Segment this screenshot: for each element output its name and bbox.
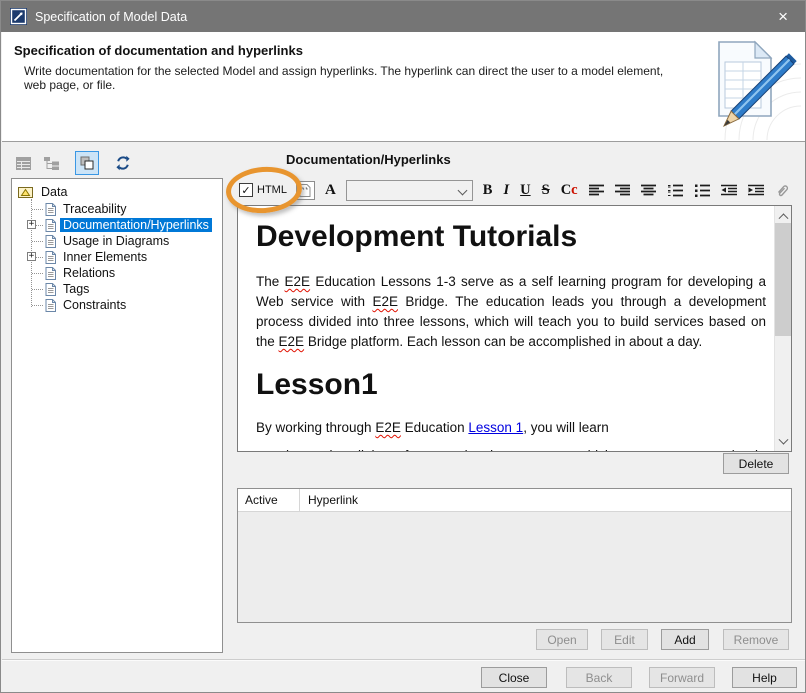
add-button[interactable]: Add (661, 629, 709, 650)
expander-plus-icon[interactable]: + (27, 252, 36, 261)
document-icon (45, 235, 56, 248)
document-icon (45, 267, 56, 280)
document-icon (45, 299, 56, 312)
italic-icon[interactable]: I (502, 183, 510, 198)
duplicate-view-icon[interactable] (75, 151, 99, 175)
open-button: Open (536, 629, 588, 650)
close-button[interactable]: Close (481, 667, 547, 688)
tree-item-constraints[interactable]: Constraints (28, 297, 220, 313)
header-description: Write documentation for the selected Mod… (24, 64, 679, 92)
tree-item-traceability[interactable]: Traceability (28, 201, 220, 217)
titlebar: Specification of Model Data × (1, 1, 805, 32)
specification-tree: Data Traceability + Documentation/Hyperl… (11, 178, 223, 653)
misspelled-word: E2E (375, 420, 401, 435)
doc-paragraph-2: By working through E2E Education Lesson … (256, 418, 766, 438)
align-right-icon[interactable] (614, 184, 631, 197)
window-title: Specification of Model Data (35, 10, 187, 24)
html-checkbox-wrap: ✓ HTML (239, 183, 287, 197)
tree-item-tags[interactable]: Tags (28, 281, 220, 297)
view-toolbar (11, 150, 135, 176)
documentation-editor: Development Tutorials The E2E Education … (237, 205, 792, 452)
doc-heading-development-tutorials: Development Tutorials (256, 220, 766, 254)
editor-scrollbar[interactable] (774, 206, 791, 451)
document-icon (45, 251, 56, 264)
font-style-dropdown[interactable] (346, 180, 473, 201)
misspelled-word: E2E (279, 334, 305, 349)
delete-button[interactable]: Delete (723, 453, 789, 474)
doc-heading-lesson1: Lesson1 (256, 368, 766, 402)
html-checkbox[interactable]: ✓ (239, 183, 253, 197)
numbered-list-icon[interactable] (666, 184, 684, 197)
bold-icon[interactable]: B (482, 183, 494, 198)
column-header-hyperlink: Hyperlink (300, 489, 791, 511)
document-icon (45, 283, 56, 296)
hyperlink-table-body[interactable] (238, 512, 791, 622)
hyperlink-paperclip-icon[interactable] (774, 183, 791, 198)
documentation-text-area[interactable]: Development Tutorials The E2E Education … (238, 206, 774, 451)
tree-root-data[interactable]: Data (18, 183, 220, 201)
tree-root-label: Data (38, 185, 70, 199)
decrease-indent-icon[interactable] (720, 184, 738, 197)
edit-button: Edit (601, 629, 648, 650)
insert-template-icon[interactable] (296, 181, 315, 200)
tree-item-usage-in-diagrams[interactable]: Usage in Diagrams (28, 233, 220, 249)
dialog-header: Specification of documentation and hyper… (2, 32, 805, 142)
align-center-icon[interactable] (640, 184, 657, 197)
change-case-icon[interactable]: Cc (560, 183, 579, 198)
misspelled-word: E2E (285, 274, 311, 289)
html-checkbox-label: HTML (257, 184, 287, 196)
scroll-down-icon[interactable] (775, 434, 791, 450)
font-color-icon[interactable]: A (324, 182, 337, 199)
misspelled-word: E2E (372, 294, 398, 309)
document-icon (45, 203, 56, 216)
strikethrough-icon[interactable]: S (541, 183, 551, 198)
increase-indent-icon[interactable] (747, 184, 765, 197)
doc-paragraph-1: The E2E Education Lessons 1-3 serve as a… (256, 272, 766, 352)
refresh-icon[interactable] (111, 151, 135, 175)
app-icon (10, 8, 27, 25)
formatting-toolbar: ✓ HTML A B I U S Cc (239, 177, 791, 203)
hyperlink-table-header: Active Hyperlink (238, 489, 791, 512)
hyperlink-table: Active Hyperlink (237, 488, 792, 623)
tree-item-relations[interactable]: Relations (28, 265, 220, 281)
document-pencil-illustration (695, 35, 801, 140)
header-title: Specification of documentation and hyper… (14, 43, 303, 58)
properties-view-icon[interactable] (11, 151, 35, 175)
model-package-icon (18, 187, 33, 198)
bullet-list-icon[interactable] (693, 184, 711, 197)
footer-separator (2, 659, 805, 661)
scrollbar-thumb[interactable] (775, 223, 791, 336)
column-header-active: Active (238, 489, 300, 511)
specification-dialog: Specification of Model Data × Specificat… (0, 0, 806, 693)
expander-plus-icon[interactable]: + (27, 220, 36, 229)
forward-button: Forward (649, 667, 715, 688)
remove-button: Remove (723, 629, 789, 650)
tree-view-icon[interactable] (39, 151, 63, 175)
document-icon (45, 219, 56, 232)
tree-item-inner-elements[interactable]: + Inner Elements (28, 249, 220, 265)
panel-title: Documentation/Hyperlinks (286, 152, 451, 167)
close-icon[interactable]: × (770, 6, 796, 27)
tree-children: Traceability + Documentation/Hyperlinks … (28, 201, 220, 313)
underline-icon[interactable]: U (519, 183, 531, 198)
help-button[interactable]: Help (732, 667, 797, 688)
back-button: Back (566, 667, 632, 688)
scroll-up-icon[interactable] (775, 207, 791, 223)
tree-item-documentation-hyperlinks[interactable]: + Documentation/Hyperlinks (28, 217, 220, 233)
doc-paragraph-3-clipped: how to install the software and tool com… (256, 446, 766, 451)
lesson1-link[interactable]: Lesson 1 (468, 420, 523, 435)
align-left-icon[interactable] (588, 184, 605, 197)
chevron-down-icon (457, 185, 467, 195)
